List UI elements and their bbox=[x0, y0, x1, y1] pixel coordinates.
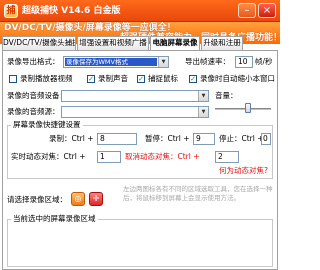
focus-help-link[interactable]: 何为动态对焦? bbox=[219, 166, 268, 176]
fps-unit: 帧/秒 bbox=[255, 57, 273, 66]
volume-slider-thumb[interactable] bbox=[245, 103, 251, 113]
audio-source-label: 录像的音频源： bbox=[7, 107, 60, 116]
audio-device-select[interactable]: ▼ bbox=[61, 90, 209, 102]
stop-hotkey-value: 0 bbox=[263, 134, 268, 143]
realtime-focus-value: 1 bbox=[100, 152, 105, 161]
record-sound-label: 录制声音 bbox=[98, 74, 128, 83]
dropdown-arrow-icon: ▼ bbox=[198, 107, 208, 117]
stop-hotkey-input[interactable]: 0 bbox=[261, 133, 271, 145]
capture-cursor-checkbox[interactable]: ✓ bbox=[137, 75, 145, 83]
format-label: 录像导出格式： bbox=[7, 57, 60, 66]
region-label: 请选择录像区域： bbox=[7, 195, 67, 204]
record-sound-checkbox[interactable]: ✓ bbox=[87, 75, 95, 83]
circle-region-icon[interactable]: ◎ bbox=[71, 192, 85, 206]
window-title: 超级捕快 V14.6 白金版 bbox=[22, 6, 121, 16]
current-region-title: 当前选中的屏幕录像区域 bbox=[11, 214, 98, 224]
realtime-focus-input[interactable]: 1 bbox=[97, 151, 121, 163]
pause-hotkey-input[interactable]: 9 bbox=[193, 133, 215, 145]
dropdown-arrow-icon: ▼ bbox=[198, 91, 208, 101]
tab-upgrade-register[interactable]: 升级和注册 bbox=[201, 36, 243, 50]
record-hotkey-value: 8 bbox=[100, 134, 105, 143]
pause-hotkey-value: 9 bbox=[196, 134, 201, 143]
record-player-checkbox[interactable] bbox=[9, 75, 17, 83]
audio-device-label: 录像的音频设备： bbox=[7, 91, 67, 100]
auto-minimize-label: 录像时自动缩小本窗口 bbox=[200, 74, 275, 83]
capture-cursor-label: 捕捉鼠标 bbox=[148, 74, 178, 83]
app-logo-icon: 捕 bbox=[4, 4, 18, 18]
tab-screen-record[interactable]: 电脑屏幕录像 bbox=[150, 36, 200, 51]
current-region-group bbox=[7, 219, 273, 267]
tab-bar: DV/DC/TV/摄像头捕捉 增强设置和视频广播 电脑屏幕录像 升级和注册 bbox=[0, 36, 280, 51]
hotkey-group-title: 屏幕录像快捷键设置 bbox=[11, 120, 83, 130]
cancel-focus-label: 取消动态对焦：Ctrl + bbox=[125, 152, 200, 161]
tab-enhanced-settings[interactable]: 增强设置和视频广播 bbox=[77, 36, 149, 50]
minimize-button[interactable]: – bbox=[238, 3, 256, 18]
volume-slider-track[interactable] bbox=[215, 108, 271, 110]
region-hint: 左边两图标各有不同的区域选取工具，您在选择一种后，将鼠标移到屏幕上会显示使用方法… bbox=[123, 185, 273, 202]
title-bar: 捕 超级捕快 V14.6 白金版 – × bbox=[0, 0, 280, 22]
pause-hotkey-label: 暂停：Ctrl + bbox=[145, 134, 190, 143]
stop-hotkey-label: 停止：Ctrl + bbox=[219, 134, 264, 143]
fps-label: 导出帧速率： bbox=[185, 57, 230, 66]
audio-source-select[interactable]: ▼ bbox=[61, 106, 209, 118]
auto-minimize-checkbox[interactable]: ✓ bbox=[189, 75, 197, 83]
record-hotkey-input[interactable]: 8 bbox=[97, 133, 137, 145]
format-select[interactable]: 录像保存为WMV格式 ▼ bbox=[63, 56, 169, 68]
close-button[interactable]: × bbox=[258, 3, 276, 18]
fps-input[interactable]: 10 bbox=[235, 56, 253, 68]
fps-value: 10 bbox=[238, 57, 248, 66]
screen-record-panel: 录像导出格式： 录像保存为WMV格式 ▼ 导出帧速率： 10 帧/秒 录制播放器… bbox=[2, 50, 278, 270]
cancel-focus-input[interactable]: 2 bbox=[215, 151, 239, 163]
format-select-value: 录像保存为WMV格式 bbox=[65, 58, 157, 66]
volume-label: 音量： bbox=[215, 91, 238, 100]
realtime-focus-label: 实时动态对焦：Ctrl + bbox=[11, 152, 86, 161]
tab-dv-capture[interactable]: DV/DC/TV/摄像头捕捉 bbox=[2, 36, 76, 50]
record-player-label: 录制播放器视频 bbox=[20, 74, 73, 83]
crosshair-region-icon[interactable]: ✛ bbox=[89, 192, 103, 206]
dropdown-arrow-icon: ▼ bbox=[158, 57, 168, 67]
cancel-focus-value: 2 bbox=[218, 152, 223, 161]
record-hotkey-label: 录制：Ctrl + bbox=[49, 134, 94, 143]
